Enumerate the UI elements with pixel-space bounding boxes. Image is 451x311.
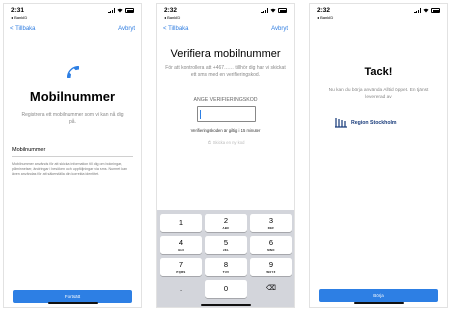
key-6-letters: MNO (267, 248, 275, 252)
region-stockholm-logo: Region Stockholm (334, 117, 397, 128)
refresh-icon (207, 140, 211, 145)
screen-verify-number: 2:32 ◂ BankID < Tillbaka Avbryt Verifier… (156, 3, 295, 308)
key-7-digit: 7 (178, 260, 184, 269)
key-5-letters: JKL (222, 248, 230, 252)
wifi-icon (270, 8, 276, 13)
screen-mobile-number: 2:31 ◂ BankID < Tillbaka Avbryt Mobilnum… (3, 3, 142, 308)
key-1-digit: 1 (178, 218, 184, 227)
screen-thank-you: 2:32 ◂ BankID Tack! Nu kan du börja anvä… (309, 3, 448, 308)
cancel-button[interactable]: Avbryt (118, 26, 135, 32)
key-decimal[interactable]: . (160, 280, 202, 298)
cancel-button[interactable]: Avbryt (271, 26, 288, 32)
key-9-digit: 9 (268, 260, 274, 269)
key-5[interactable]: 5 JKL (205, 236, 247, 254)
key-0[interactable]: 0 (205, 280, 247, 298)
field-underline (12, 156, 133, 157)
key-2[interactable]: 2 ABC (205, 214, 247, 232)
verification-code-input[interactable] (197, 106, 256, 122)
nav-bar: < Tillbaka Avbryt (163, 26, 288, 36)
key-9[interactable]: 9 WXYZ (250, 258, 292, 276)
logo-text: Region Stockholm (351, 119, 397, 126)
start-button[interactable]: Börja (319, 289, 438, 302)
key-0-digit: 0 (223, 284, 229, 293)
signal-icon (414, 8, 421, 13)
back-to-app-link[interactable]: ◂ BankID (11, 15, 27, 20)
resend-code-link[interactable]: Skicka en ny kod (157, 140, 294, 145)
key-8-digit: 8 (223, 260, 229, 269)
key-8-letters: TUV (222, 270, 230, 274)
page-title: Tack! (364, 66, 393, 78)
key-9-letters: WXYZ (266, 270, 276, 274)
status-bar: 2:31 ◂ BankID (11, 7, 134, 21)
status-bar: 2:32 ◂ BankID (317, 7, 440, 21)
back-button[interactable]: < Tillbaka (163, 26, 189, 32)
key-4-digit: 4 (178, 238, 184, 247)
back-to-app-link[interactable]: ◂ BankID (317, 15, 333, 20)
key-2-letters: ABC (222, 226, 230, 230)
key-1[interactable]: 1 (160, 214, 202, 232)
key-6-digit: 6 (268, 238, 274, 247)
key-7-letters: PQRS (176, 270, 186, 274)
back-button[interactable]: < Tillbaka (10, 26, 36, 32)
key-7[interactable]: 7 PQRS (160, 258, 202, 276)
status-time: 2:31 (11, 7, 25, 14)
key-3[interactable]: 3 DEF (250, 214, 292, 232)
privacy-note: Mobilnummer används för att skicka infor… (12, 162, 128, 176)
home-indicator (48, 302, 98, 304)
numeric-keypad: 1 2 ABC 3 DEF 4 GHI 5 JKL 6 MNO 7 PQRS 8 TUV 9W… (157, 210, 294, 307)
status-time: 2:32 (164, 7, 178, 14)
back-to-app-link[interactable]: ◂ BankID (164, 15, 180, 20)
status-time: 2:32 (317, 7, 331, 14)
battery-icon (278, 8, 287, 13)
key-3-digit: 3 (268, 216, 274, 225)
page-title: Verifiera mobilnummer (170, 48, 281, 60)
wifi-icon (117, 8, 123, 13)
battery-icon (125, 8, 134, 13)
backspace-icon: ⌫ (266, 285, 276, 292)
page-subtitle: För att kontrollera att +467…… tillhör d… (165, 65, 286, 78)
battery-icon (431, 8, 440, 13)
home-indicator (201, 304, 251, 306)
code-label: ANGE VERIFIERINGSKOD (193, 97, 258, 103)
mobile-number-field[interactable]: Mobilnummer (12, 147, 45, 153)
signal-icon (261, 8, 268, 13)
key-2-digit: 2 (223, 216, 229, 225)
backspace-key[interactable]: ⌫ (250, 280, 292, 298)
page-subtitle: Nu kan du börja använda Alltid öppet. En… (328, 88, 429, 100)
key-decimal-digit: . (179, 284, 183, 293)
home-indicator (354, 302, 404, 304)
key-4[interactable]: 4 GHI (160, 236, 202, 254)
key-5-digit: 5 (223, 238, 229, 247)
region-stockholm-icon (335, 118, 347, 128)
signal-icon (108, 8, 115, 13)
key-6[interactable]: 6 MNO (250, 236, 292, 254)
wifi-icon (423, 8, 429, 13)
status-bar: 2:32 ◂ BankID (164, 7, 287, 21)
system-icons (261, 8, 287, 13)
resend-code-label: Skicka en ny kod (212, 140, 245, 145)
key-3-letters: DEF (267, 226, 275, 230)
text-caret (200, 110, 201, 119)
nav-bar: < Tillbaka Avbryt (10, 26, 135, 36)
system-icons (108, 8, 134, 13)
page-title: Mobilnummer (29, 89, 116, 104)
code-validity-text: Verifieringskoden är giltig i 15 minuter (190, 128, 261, 133)
key-8[interactable]: 8 TUV (205, 258, 247, 276)
system-icons (414, 8, 440, 13)
phone-icon (4, 64, 141, 85)
key-4-letters: GHI (178, 248, 184, 252)
page-subtitle: Registrera ett mobilnummer som vi kan nå… (21, 112, 124, 125)
